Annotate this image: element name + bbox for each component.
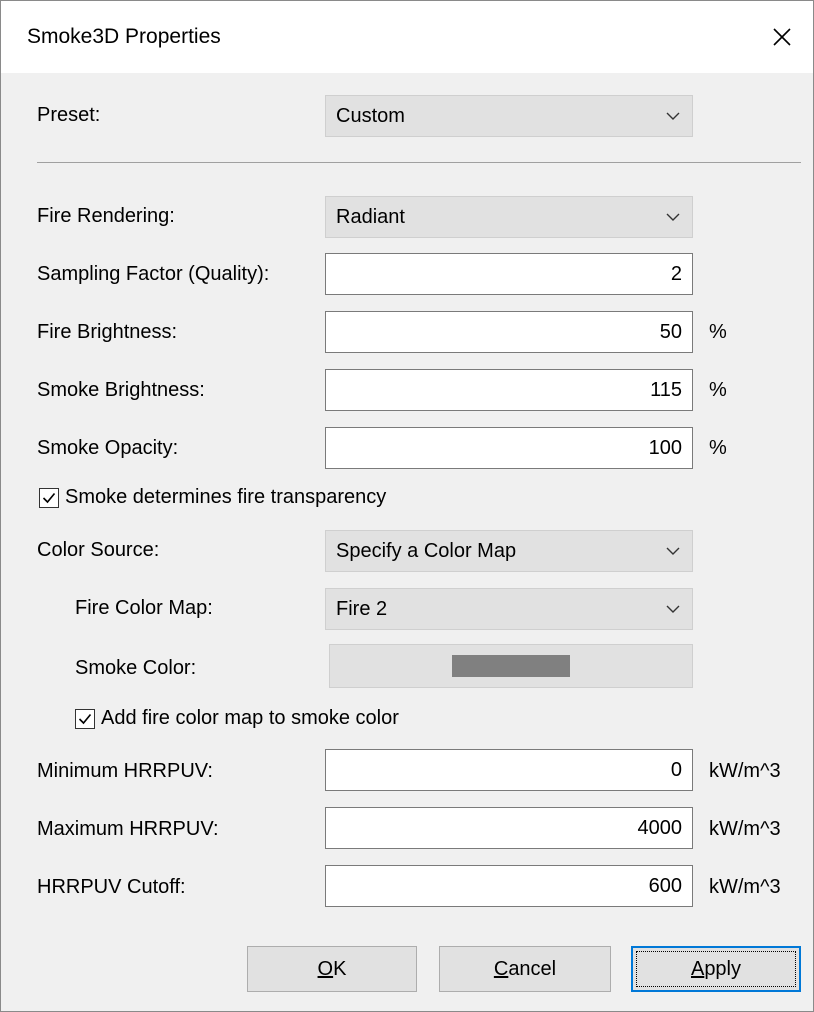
- add-fire-color-checkbox[interactable]: Add fire color map to smoke color: [75, 707, 399, 730]
- title-bar: Smoke3D Properties: [1, 1, 813, 73]
- color-source-label: Color Source:: [37, 539, 160, 561]
- max-hrrpuv-input[interactable]: 4000: [325, 807, 693, 849]
- smoke-brightness-value: 115: [650, 379, 682, 401]
- min-hrrpuv-unit: kW/m^3: [709, 760, 781, 782]
- smoke-brightness-input[interactable]: 115: [325, 369, 693, 411]
- smoke-transparency-checkbox[interactable]: Smoke determines fire transparency: [39, 486, 386, 509]
- min-hrrpuv-input[interactable]: 0: [325, 749, 693, 791]
- chevron-down-icon: [666, 547, 680, 555]
- window-title: Smoke3D Properties: [27, 25, 221, 48]
- checkbox-box[interactable]: [39, 487, 59, 508]
- chevron-down-icon: [666, 213, 680, 221]
- cancel-button-label: Cancel: [493, 957, 557, 980]
- close-button[interactable]: [751, 1, 813, 73]
- smoke-opacity-input[interactable]: 100: [325, 427, 693, 469]
- smoke-color-swatch: [452, 655, 570, 677]
- color-source-dropdown[interactable]: Specify a Color Map: [325, 530, 693, 572]
- preset-value: Custom: [336, 105, 405, 127]
- hrrpuv-cutoff-input[interactable]: 600: [325, 865, 693, 907]
- min-hrrpuv-label: Minimum HRRPUV:: [37, 760, 213, 782]
- sampling-factor-label: Sampling Factor (Quality):: [37, 263, 270, 285]
- smoke-color-label: Smoke Color:: [75, 657, 197, 679]
- chevron-down-icon: [666, 605, 680, 613]
- checkmark-icon: [42, 492, 56, 503]
- ok-button-label: OK: [317, 957, 347, 980]
- fire-rendering-value: Radiant: [336, 206, 405, 228]
- ok-button[interactable]: OK: [247, 946, 417, 992]
- fire-color-map-dropdown[interactable]: Fire 2: [325, 588, 693, 630]
- smoke-brightness-label: Smoke Brightness:: [37, 379, 205, 401]
- fire-brightness-label: Fire Brightness:: [37, 321, 178, 343]
- color-source-value: Specify a Color Map: [336, 540, 517, 562]
- chevron-down-icon: [666, 112, 680, 120]
- min-hrrpuv-value: 0: [670, 759, 682, 781]
- smoke-opacity-value: 100: [648, 437, 682, 459]
- hrrpuv-cutoff-label: HRRPUV Cutoff:: [37, 876, 186, 898]
- fire-rendering-dropdown[interactable]: Radiant: [325, 196, 693, 238]
- separator: [37, 162, 801, 163]
- fire-color-map-value: Fire 2: [336, 598, 388, 620]
- cancel-button[interactable]: Cancel: [439, 946, 611, 992]
- smoke3d-properties-dialog: Smoke3D Properties Preset: Custom Fire R…: [0, 0, 814, 1012]
- fire-rendering-label: Fire Rendering:: [37, 205, 175, 227]
- close-icon: [773, 28, 791, 46]
- fire-color-map-label: Fire Color Map:: [75, 597, 213, 619]
- checkmark-icon: [78, 713, 92, 724]
- preset-label: Preset:: [37, 104, 101, 126]
- preset-dropdown[interactable]: Custom: [325, 95, 693, 137]
- fire-brightness-input[interactable]: 50: [325, 311, 693, 353]
- smoke-brightness-unit: %: [709, 379, 727, 401]
- sampling-factor-input[interactable]: 2: [325, 253, 693, 295]
- smoke-opacity-label: Smoke Opacity:: [37, 437, 179, 459]
- fire-brightness-value: 50: [659, 321, 682, 343]
- max-hrrpuv-unit: kW/m^3: [709, 818, 781, 840]
- focus-rectangle: [636, 951, 796, 987]
- smoke-color-button[interactable]: [329, 644, 693, 688]
- max-hrrpuv-value: 4000: [637, 817, 683, 839]
- hrrpuv-cutoff-value: 600: [648, 875, 682, 897]
- smoke-transparency-label: Smoke determines fire transparency: [65, 486, 387, 508]
- smoke-opacity-unit: %: [709, 437, 727, 459]
- sampling-factor-value: 2: [670, 263, 682, 285]
- apply-button[interactable]: Apply: [631, 946, 801, 992]
- hrrpuv-cutoff-unit: kW/m^3: [709, 876, 781, 898]
- checkbox-box[interactable]: [75, 708, 95, 729]
- add-fire-color-label: Add fire color map to smoke color: [101, 707, 399, 729]
- fire-brightness-unit: %: [709, 321, 727, 343]
- max-hrrpuv-label: Maximum HRRPUV:: [37, 818, 219, 840]
